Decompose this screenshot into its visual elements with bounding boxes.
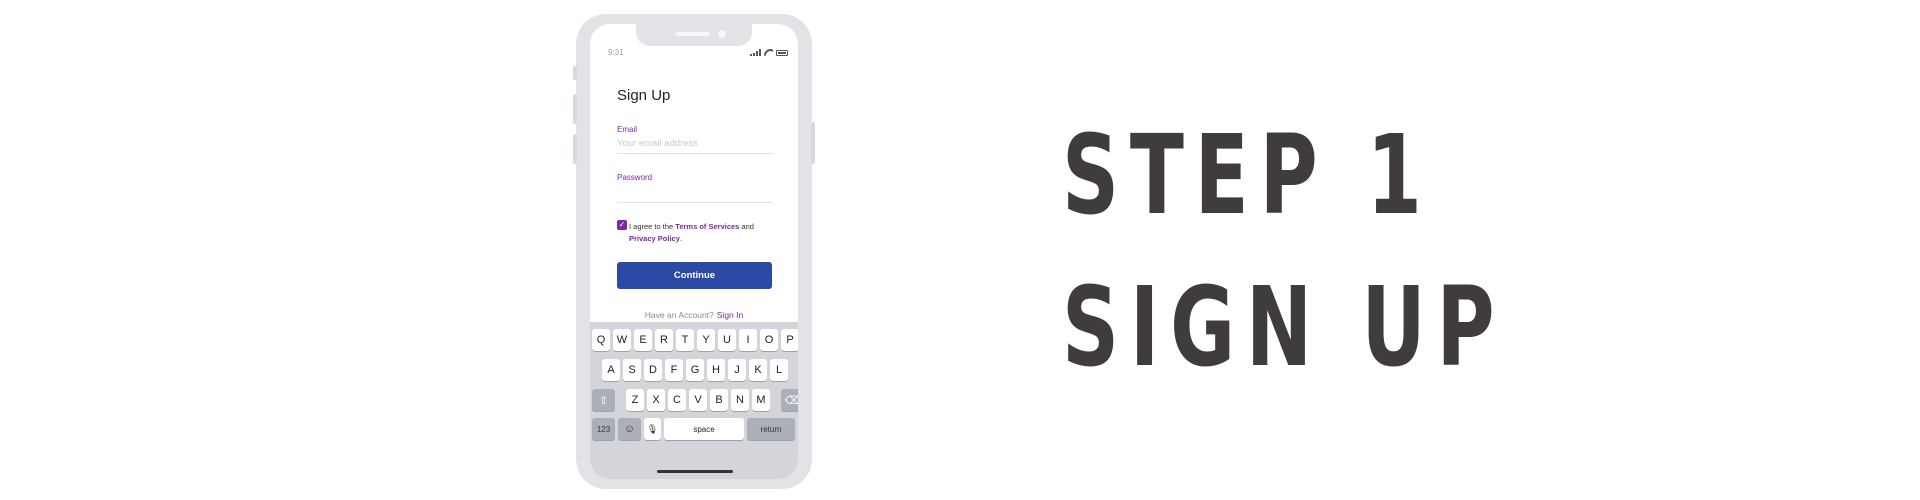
- agree-prefix: I agree to the: [629, 222, 676, 231]
- key-u[interactable]: U: [718, 329, 736, 351]
- sign-in-link[interactable]: Sign In: [717, 310, 743, 320]
- home-indicator[interactable]: [657, 470, 733, 473]
- continue-button[interactable]: Continue: [617, 262, 772, 289]
- key-d[interactable]: D: [644, 359, 662, 381]
- page-title: Sign Up: [617, 87, 671, 104]
- email-field[interactable]: Your email address: [617, 138, 698, 149]
- email-field-underline: [617, 153, 773, 154]
- key-i[interactable]: I: [739, 329, 757, 351]
- sign-up-heading: SIGN UP: [1062, 263, 1506, 391]
- privacy-policy-link[interactable]: Privacy Policy: [629, 234, 680, 243]
- status-icons: [750, 49, 788, 56]
- key-j[interactable]: J: [728, 359, 746, 381]
- camera-icon: [718, 30, 726, 38]
- phone-volume-down-button: [573, 134, 577, 164]
- backspace-key[interactable]: ⌫: [781, 389, 798, 411]
- key-t[interactable]: T: [676, 329, 694, 351]
- key-h[interactable]: H: [707, 359, 725, 381]
- terms-of-services-link[interactable]: Terms of Services: [675, 222, 739, 231]
- key-o[interactable]: O: [760, 329, 778, 351]
- key-q[interactable]: Q: [592, 329, 610, 351]
- mic-key[interactable]: 🎙: [644, 418, 661, 440]
- agree-suffix: .: [679, 234, 682, 243]
- return-key[interactable]: return: [747, 418, 795, 440]
- emoji-key[interactable]: ☺: [618, 418, 641, 440]
- key-x[interactable]: X: [647, 389, 665, 411]
- key-v[interactable]: V: [689, 389, 707, 411]
- key-k[interactable]: K: [749, 359, 767, 381]
- password-label: Password: [617, 173, 653, 182]
- key-g[interactable]: G: [686, 359, 704, 381]
- phone-power-button: [811, 122, 815, 164]
- agree-checkbox[interactable]: ✓: [617, 220, 627, 230]
- step-heading: STEP 1: [1062, 111, 1433, 239]
- key-b[interactable]: B: [710, 389, 728, 411]
- key-w[interactable]: W: [613, 329, 631, 351]
- key-y[interactable]: Y: [697, 329, 715, 351]
- phone-screen: 9:31 Sign Up Email Your email address Pa…: [590, 24, 798, 479]
- speaker-grille: [676, 32, 710, 36]
- battery-icon: [776, 50, 788, 56]
- key-m[interactable]: M: [752, 389, 770, 411]
- password-field[interactable]: [617, 202, 773, 203]
- status-time: 9:31: [608, 48, 624, 57]
- key-e[interactable]: E: [634, 329, 652, 351]
- phone-notch: [636, 24, 752, 46]
- key-r[interactable]: R: [655, 329, 673, 351]
- wifi-icon: [764, 49, 773, 56]
- on-screen-keyboard: Q W E R T Y U I O P A S D F G H J K L ⇧ …: [590, 322, 798, 479]
- key-a[interactable]: A: [602, 359, 620, 381]
- have-account-line: Have an Account? Sign In: [590, 310, 798, 320]
- key-l[interactable]: L: [770, 359, 788, 381]
- key-z[interactable]: Z: [626, 389, 644, 411]
- phone-side-button: [573, 66, 577, 80]
- agree-and: and: [739, 222, 754, 231]
- phone-volume-up-button: [573, 94, 577, 124]
- email-label: Email: [617, 125, 638, 134]
- have-account-text: Have an Account?: [644, 310, 714, 320]
- numbers-key[interactable]: 123: [592, 418, 615, 440]
- agree-text: I agree to the Terms of Services and Priv…: [629, 221, 769, 245]
- phone-mockup: 9:31 Sign Up Email Your email address Pa…: [573, 14, 815, 489]
- key-n[interactable]: N: [731, 389, 749, 411]
- space-key[interactable]: space: [664, 418, 744, 440]
- shift-key[interactable]: ⇧: [592, 389, 615, 411]
- signal-icon: [750, 49, 761, 56]
- key-f[interactable]: F: [665, 359, 683, 381]
- key-c[interactable]: C: [668, 389, 686, 411]
- key-s[interactable]: S: [623, 359, 641, 381]
- key-p[interactable]: P: [781, 329, 798, 351]
